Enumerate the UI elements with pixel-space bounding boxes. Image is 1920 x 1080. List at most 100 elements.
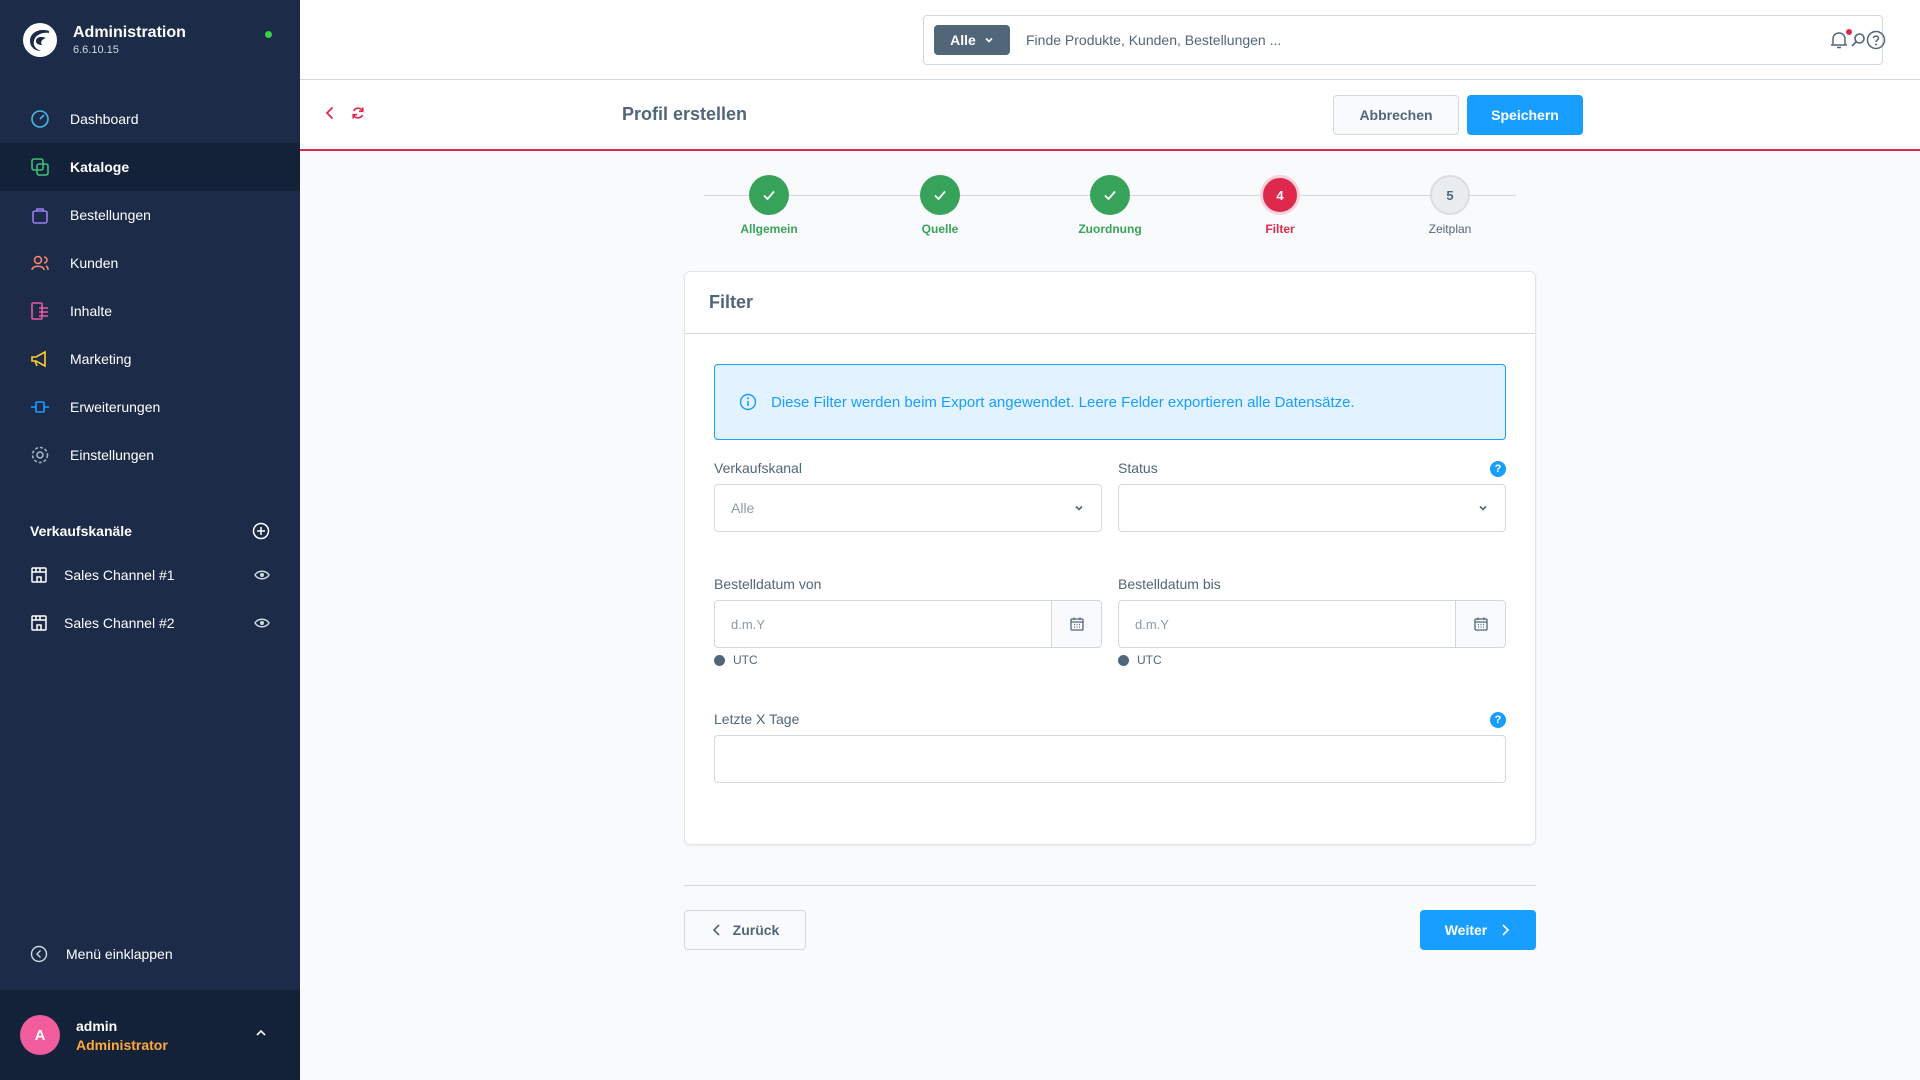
timezone-label: UTC xyxy=(1137,653,1162,667)
step-circle xyxy=(1090,175,1130,215)
clock-icon xyxy=(1118,654,1129,666)
search-type-label: Alle xyxy=(950,32,976,48)
sidebar: Administration 6.6.10.15 Dashboard Katal… xyxy=(0,0,300,1080)
sidebar-item-bestellungen[interactable]: Bestellungen xyxy=(0,191,300,239)
sidebar-item-erweiterungen[interactable]: Erweiterungen xyxy=(0,383,300,431)
sidebar-item-label: Dashboard xyxy=(70,111,139,127)
clock-icon xyxy=(714,654,725,666)
info-alert-text: Diese Filter werden beim Export angewend… xyxy=(771,393,1355,411)
sidebar-item-dashboard[interactable]: Dashboard xyxy=(0,95,300,143)
calendar-icon xyxy=(1473,617,1488,631)
step-circle xyxy=(749,175,789,215)
last-days-input[interactable] xyxy=(714,735,1506,783)
status-label: Status xyxy=(1118,460,1158,476)
search-input[interactable] xyxy=(1026,32,1850,48)
sidebar-item-label: Marketing xyxy=(70,351,132,367)
sales-channel-item[interactable]: Sales Channel #2 xyxy=(30,611,270,635)
back-button-label: Zurück xyxy=(732,922,780,938)
status-select[interactable] xyxy=(1118,484,1506,532)
last-days-label: Letzte X Tage xyxy=(714,711,800,727)
step-quelle[interactable]: Quelle xyxy=(880,175,1000,236)
chevron-down-icon xyxy=(985,37,993,43)
step-filter[interactable]: 4 Filter xyxy=(1220,175,1340,236)
eye-icon[interactable] xyxy=(254,615,270,631)
calendar-button[interactable] xyxy=(1051,601,1101,647)
user-role: Administrator xyxy=(76,1037,168,1053)
sidebar-item-kunden[interactable]: Kunden xyxy=(0,239,300,287)
calendar-button[interactable] xyxy=(1455,601,1505,647)
step-label: Allgemein xyxy=(740,222,798,236)
help-icon[interactable] xyxy=(1866,30,1886,50)
sales-channel-label: Verkaufskanal xyxy=(714,460,802,476)
sales-channel-value: Alle xyxy=(731,500,755,516)
add-sales-channel-icon[interactable] xyxy=(252,522,270,540)
shopping-bag-icon xyxy=(30,205,50,225)
gear-icon xyxy=(30,445,50,465)
collapse-menu-label: Menü einklappen xyxy=(66,946,173,962)
order-date-to-field[interactable]: d.m.Y xyxy=(1118,600,1506,648)
step-allgemein[interactable]: Allgemein xyxy=(709,175,829,236)
sidebar-item-label: Kataloge xyxy=(70,159,130,175)
step-zuordnung[interactable]: Zuordnung xyxy=(1050,175,1170,236)
timezone-hint: UTC xyxy=(1118,653,1162,667)
step-zeitplan[interactable]: 5 Zeitplan xyxy=(1390,175,1510,236)
search-type-select[interactable]: Alle xyxy=(934,25,1010,55)
storefront-icon xyxy=(31,567,47,583)
help-icon[interactable]: ? xyxy=(1490,461,1506,477)
sales-channels-header: Verkaufskanäle xyxy=(30,520,270,542)
sidebar-item-label: Erweiterungen xyxy=(70,399,161,415)
content-icon xyxy=(30,301,50,321)
chevron-right-icon xyxy=(1502,924,1510,936)
step-label: Filter xyxy=(1265,222,1295,236)
sidebar-item-label: Inhalte xyxy=(70,303,113,319)
online-status-dot xyxy=(265,31,272,38)
app-version: 6.6.10.15 xyxy=(73,44,119,56)
sales-channel-label: Sales Channel #1 xyxy=(64,567,175,583)
search-icon[interactable] xyxy=(1850,32,1866,48)
shopware-logo-icon xyxy=(23,23,57,57)
cancel-button[interactable]: Abbrechen xyxy=(1333,95,1459,135)
order-date-from-field[interactable]: d.m.Y xyxy=(714,600,1102,648)
save-button[interactable]: Speichern xyxy=(1467,95,1583,135)
sidebar-item-label: Einstellungen xyxy=(70,447,155,463)
step-circle xyxy=(920,175,960,215)
order-date-to-input[interactable]: d.m.Y xyxy=(1119,601,1455,647)
chevron-down-icon xyxy=(1479,505,1487,511)
chevron-left-circle-icon xyxy=(30,945,48,963)
reload-icon[interactable] xyxy=(350,105,366,121)
help-icon[interactable]: ? xyxy=(1490,712,1506,728)
sales-channel-item[interactable]: Sales Channel #1 xyxy=(30,563,270,587)
timezone-label: UTC xyxy=(733,653,758,667)
checkmark-icon xyxy=(763,190,775,201)
chevron-up-icon[interactable] xyxy=(254,1026,268,1040)
info-alert: Diese Filter werden beim Export angewend… xyxy=(714,364,1506,440)
avatar[interactable]: A xyxy=(20,1015,60,1055)
chevron-down-icon xyxy=(1075,505,1083,511)
sales-channels-title: Verkaufskanäle xyxy=(30,523,132,539)
smart-bar: Profil erstellen Abbrechen Speichern xyxy=(300,80,1920,151)
timezone-hint: UTC xyxy=(714,653,758,667)
order-date-from-input[interactable]: d.m.Y xyxy=(715,601,1051,647)
topbar: Alle xyxy=(300,0,1920,80)
plug-icon xyxy=(30,397,50,417)
card-title: Filter xyxy=(709,292,754,312)
next-button[interactable]: Weiter xyxy=(1420,910,1536,950)
sidebar-item-einstellungen[interactable]: Einstellungen xyxy=(0,431,300,479)
back-button[interactable]: Zurück xyxy=(684,910,806,950)
step-circle: 4 xyxy=(1260,175,1300,215)
order-date-to-label: Bestelldatum bis xyxy=(1118,576,1221,592)
sidebar-item-kataloge[interactable]: Kataloge xyxy=(0,143,300,191)
collapse-menu-button[interactable]: Menü einklappen xyxy=(30,945,173,963)
storefront-icon xyxy=(31,615,47,631)
sales-channel-select[interactable]: Alle xyxy=(714,484,1102,532)
next-button-label: Weiter xyxy=(1444,922,1488,938)
sidebar-item-inhalte[interactable]: Inhalte xyxy=(0,287,300,335)
sidebar-item-marketing[interactable]: Marketing xyxy=(0,335,300,383)
catalog-icon xyxy=(30,157,50,177)
checkmark-icon xyxy=(934,190,946,201)
eye-icon[interactable] xyxy=(254,567,270,583)
customers-icon xyxy=(30,253,50,273)
back-arrow-icon[interactable] xyxy=(322,105,338,121)
checkmark-icon xyxy=(1104,190,1116,201)
brand: Administration 6.6.10.15 xyxy=(22,22,186,58)
